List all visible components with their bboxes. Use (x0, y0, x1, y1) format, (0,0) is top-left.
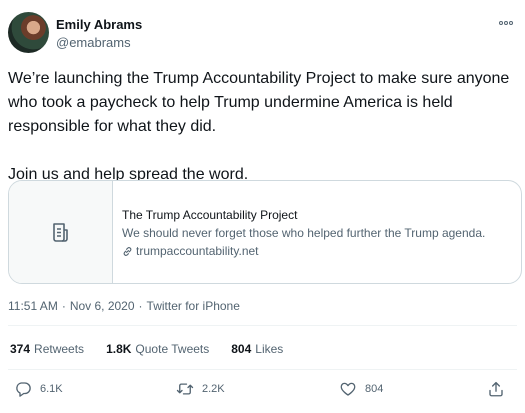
tweet-source[interactable]: Twitter for iPhone (147, 299, 240, 313)
retweets-count: 374 (10, 342, 31, 356)
author-name[interactable]: Emily Abrams (56, 17, 142, 32)
divider (8, 325, 517, 326)
retweets-stat[interactable]: 374 Retweets (10, 342, 84, 356)
likes-count: 804 (231, 342, 252, 356)
reply-count: 6.1K (40, 383, 63, 395)
card-body: The Trump Accountability Project We shou… (122, 207, 513, 260)
retweet-button[interactable]: 2.2K (176, 380, 225, 398)
heart-icon (340, 382, 356, 396)
tweet-text: We’re launching the Trump Accountability… (8, 70, 510, 183)
retweet-icon (176, 383, 194, 395)
tweet-stats: 374 Retweets 1.8K Quote Tweets 804 Likes (10, 342, 283, 356)
card-title: The Trump Accountability Project (122, 208, 298, 222)
action-bar: 6.1K 2.2K 804 (0, 380, 525, 402)
likes-stat[interactable]: 804 Likes (231, 342, 283, 356)
card-description: We should never forget those who helped … (122, 226, 486, 240)
likes-label: Likes (255, 342, 284, 356)
meta-separator: · (61, 299, 66, 313)
share-button[interactable] (487, 380, 505, 398)
like-button[interactable]: 804 (339, 380, 383, 398)
link-card[interactable]: The Trump Accountability Project We shou… (8, 180, 522, 284)
share-icon (489, 381, 503, 397)
document-icon (52, 223, 68, 242)
link-icon (123, 247, 132, 256)
quote-count: 1.8K (106, 342, 132, 356)
quote-label: Quote Tweets (135, 342, 210, 356)
more-options-button[interactable] (497, 14, 515, 32)
retweet-count: 2.2K (202, 383, 225, 395)
like-count: 804 (365, 383, 384, 395)
tweet: Emily Abrams @emabrams We’re launching t… (0, 0, 525, 413)
card-thumbnail (9, 181, 113, 283)
author-handle[interactable]: @emabrams (56, 35, 131, 50)
divider (8, 369, 517, 370)
reply-button[interactable]: 6.1K (14, 380, 63, 398)
retweets-label: Retweets (34, 342, 85, 356)
avatar[interactable] (8, 12, 49, 53)
more-icon (499, 21, 513, 25)
card-domain-text: trumpaccountability.net (136, 244, 259, 258)
card-domain: trumpaccountability.net (122, 243, 513, 260)
meta-separator: · (138, 299, 143, 313)
tweet-time[interactable]: 11:51 AM (8, 299, 58, 313)
tweet-meta: 11:51 AM · Nov 6, 2020 · Twitter for iPh… (8, 299, 240, 313)
quote-tweets-stat[interactable]: 1.8K Quote Tweets (106, 342, 209, 356)
reply-icon (16, 382, 31, 397)
tweet-date[interactable]: Nov 6, 2020 (70, 299, 135, 313)
